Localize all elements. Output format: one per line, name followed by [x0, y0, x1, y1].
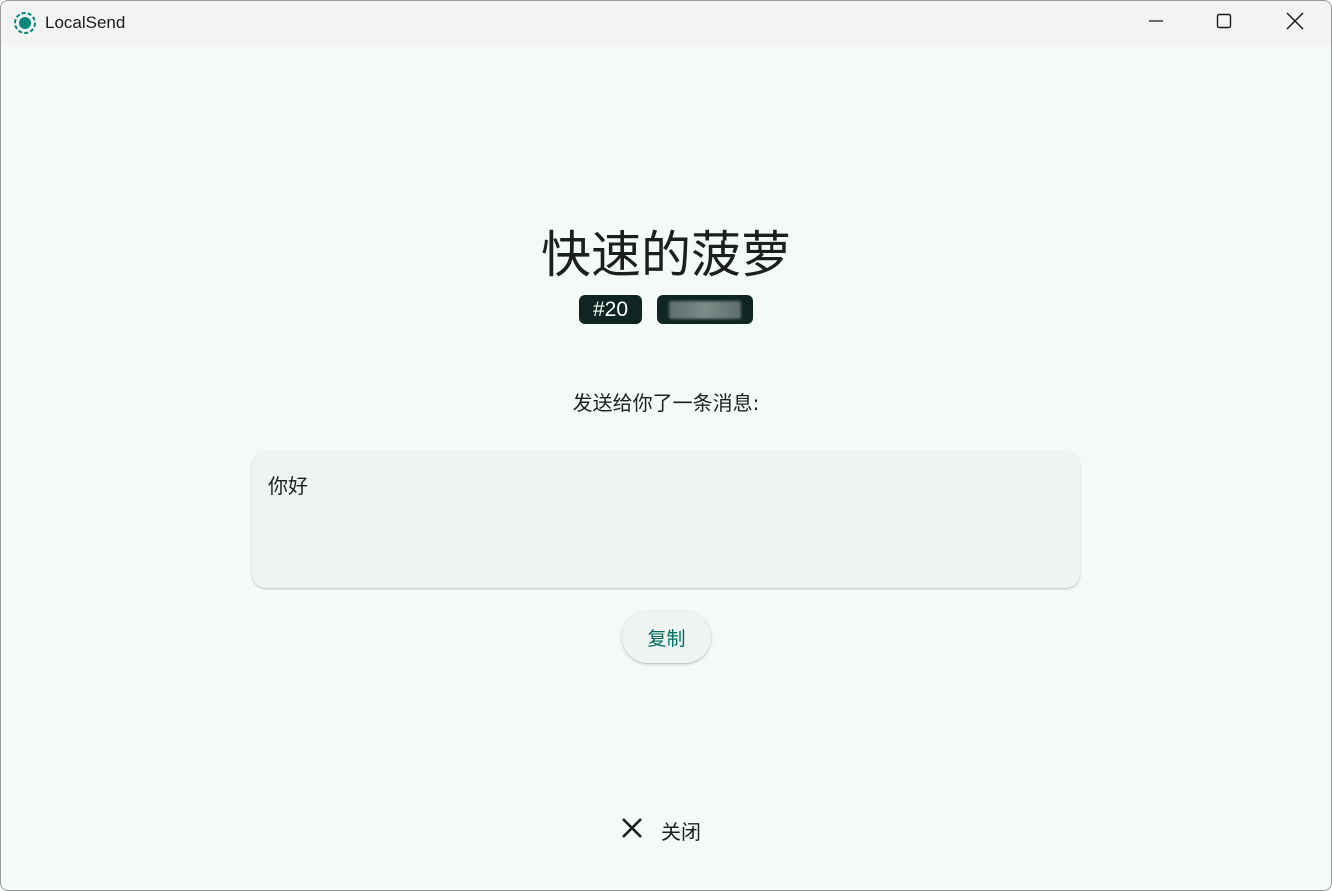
close-button-label: 关闭 — [661, 819, 701, 844]
localsend-logo-icon — [13, 11, 37, 35]
x-icon — [621, 817, 643, 844]
redacted-ip — [669, 300, 741, 319]
main-content: 快速的菠萝 #20 发送给你了一条消息: 你好 复制 关闭 — [1, 45, 1331, 890]
message-text[interactable]: 你好 — [268, 470, 308, 499]
close-icon — [1286, 11, 1304, 35]
maximize-icon — [1216, 13, 1232, 34]
title-bar[interactable]: LocalSend — [1, 1, 1331, 45]
window-title: LocalSend — [45, 13, 126, 32]
app-window: LocalSend 快速的菠萝 #20 发送给你了一条消息: 你好 复制 关闭 — [0, 0, 1332, 891]
device-badges: #20 — [1, 295, 1331, 324]
window-close-button[interactable] — [1260, 1, 1330, 45]
message-text-box[interactable]: 你好 — [252, 451, 1080, 588]
sender-device-name: 快速的菠萝 — [541, 226, 791, 284]
minimize-icon — [1148, 13, 1164, 34]
device-number-badge: #20 — [579, 295, 642, 324]
close-button[interactable]: 关闭 — [621, 810, 701, 850]
minimize-button[interactable] — [1121, 1, 1191, 45]
maximize-button[interactable] — [1189, 1, 1259, 45]
copy-button[interactable]: 复制 — [622, 611, 711, 663]
message-heading: 发送给你了一条消息: — [572, 391, 760, 415]
device-ip-badge — [657, 295, 753, 324]
